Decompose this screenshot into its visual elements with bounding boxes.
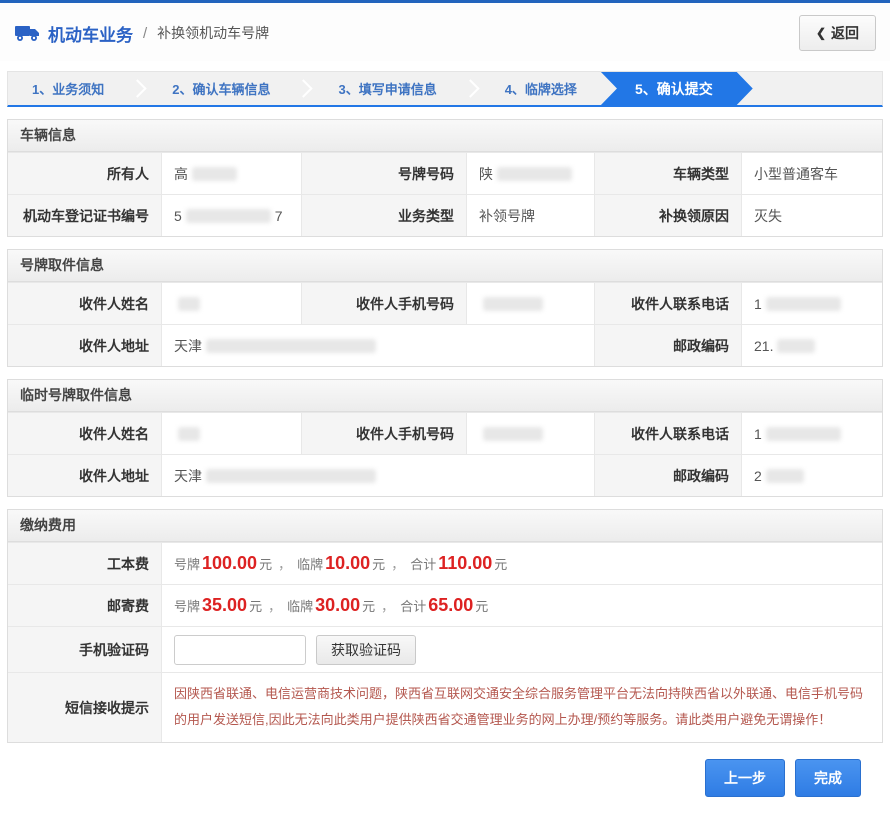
redacted-value: [766, 427, 841, 441]
vehicle-type-value: 小型普通客车: [741, 153, 882, 194]
table-row: 手机验证码 获取验证码: [8, 626, 882, 672]
plate-pickup-section: 号牌取件信息 收件人姓名 收件人手机号码 收件人联系电话 1 收件人地址 天津 …: [7, 249, 883, 367]
redacted-value: [178, 427, 200, 441]
back-button-label: 返回: [831, 23, 859, 43]
section-title: 临时号牌取件信息: [8, 380, 882, 412]
replace-reason-label: 补换领原因: [594, 195, 741, 236]
recipient-mobile-value: [466, 413, 594, 454]
redacted-value: [766, 297, 841, 311]
step-tab-label: 4、临牌选择: [505, 79, 577, 98]
production-fee-value: 号牌100.00元， 临牌10.00元， 合计110.00元: [161, 543, 882, 584]
recipient-address-value: 天津: [161, 325, 594, 366]
recipient-name-label: 收件人姓名: [8, 413, 161, 454]
page-title: 机动车业务: [48, 21, 133, 46]
sms-notice-text: 因陕西省联通、电信运营商技术问题，陕西省互联网交通安全综合服务管理平台无法向持陕…: [161, 673, 882, 742]
table-row: 收件人姓名 收件人手机号码 收件人联系电话 1: [8, 412, 882, 454]
table-row: 所有人 高 号牌号码 陕 车辆类型 小型普通客车: [8, 152, 882, 194]
recipient-name-value: [161, 283, 301, 324]
mailing-fee-value: 号牌35.00元， 临牌30.00元， 合计65.00元: [161, 585, 882, 626]
production-fee-label: 工本费: [8, 543, 161, 584]
redacted-value: [186, 209, 271, 223]
step-tab-3[interactable]: 3、填写申请信息: [314, 72, 460, 105]
step-tab-5-active[interactable]: 5、确认提交: [601, 72, 753, 105]
recipient-phone-label: 收件人联系电话: [594, 283, 741, 324]
zip-code-value: 2: [741, 455, 882, 496]
recipient-address-value: 天津: [161, 455, 594, 496]
page-header: 机动车业务 / 补换领机动车号牌 ❮ 返回: [0, 3, 890, 61]
table-row: 短信接收提示 因陕西省联通、电信运营商技术问题，陕西省互联网交通安全综合服务管理…: [8, 672, 882, 742]
recipient-phone-value: 1: [741, 283, 882, 324]
recipient-phone-label: 收件人联系电话: [594, 413, 741, 454]
registration-cert-label: 机动车登记证书编号: [8, 195, 161, 236]
step-tab-label: 1、业务须知: [32, 79, 104, 98]
recipient-mobile-label: 收件人手机号码: [301, 283, 466, 324]
section-title: 号牌取件信息: [8, 250, 882, 282]
business-type-value: 补领号牌: [466, 195, 594, 236]
sms-code-label: 手机验证码: [8, 627, 161, 672]
truck-icon: [14, 23, 40, 43]
sms-notice-label: 短信接收提示: [8, 673, 161, 742]
recipient-name-value: [161, 413, 301, 454]
mailing-fee-label: 邮寄费: [8, 585, 161, 626]
chevron-left-icon: ❮: [816, 26, 826, 40]
chevron-separator-icon: [461, 72, 481, 105]
step-tab-label: 3、填写申请信息: [338, 79, 436, 98]
redacted-value: [483, 297, 543, 311]
replace-reason-value: 灭失: [741, 195, 882, 236]
redacted-value: [766, 469, 804, 483]
step-tab-4[interactable]: 4、临牌选择: [481, 72, 601, 105]
recipient-phone-value: 1: [741, 413, 882, 454]
redacted-value: [206, 339, 376, 353]
table-row: 收件人地址 天津 邮政编码 21.: [8, 324, 882, 366]
recipient-name-label: 收件人姓名: [8, 283, 161, 324]
sms-code-cell: 获取验证码: [161, 627, 882, 672]
finish-button[interactable]: 完成: [795, 759, 861, 797]
registration-cert-value: 57: [161, 195, 301, 236]
zip-code-value: 21.: [741, 325, 882, 366]
owner-value: 高: [161, 153, 301, 194]
redacted-value: [192, 167, 237, 181]
chevron-separator-icon: [128, 72, 148, 105]
recipient-address-label: 收件人地址: [8, 325, 161, 366]
zip-code-label: 邮政编码: [594, 325, 741, 366]
business-type-label: 业务类型: [301, 195, 466, 236]
sms-code-input[interactable]: [174, 635, 306, 665]
vehicle-info-section: 车辆信息 所有人 高 号牌号码 陕 车辆类型 小型普通客车 机动车登记证书编号 …: [7, 119, 883, 237]
step-nav: 1、业务须知 2、确认车辆信息 3、填写申请信息 4、临牌选择 5、确认提交: [7, 71, 883, 107]
get-sms-code-button[interactable]: 获取验证码: [316, 635, 416, 665]
back-button[interactable]: ❮ 返回: [799, 15, 876, 51]
redacted-value: [206, 469, 376, 483]
step-tab-1[interactable]: 1、业务须知: [8, 72, 128, 105]
plate-number-value: 陕: [466, 153, 594, 194]
breadcrumb-separator: /: [143, 25, 147, 42]
table-row: 收件人姓名 收件人手机号码 收件人联系电话 1: [8, 282, 882, 324]
vehicle-type-label: 车辆类型: [594, 153, 741, 194]
table-row: 工本费 号牌100.00元， 临牌10.00元， 合计110.00元: [8, 542, 882, 584]
table-row: 收件人地址 天津 邮政编码 2: [8, 454, 882, 496]
recipient-address-label: 收件人地址: [8, 455, 161, 496]
recipient-mobile-label: 收件人手机号码: [301, 413, 466, 454]
plate-number-label: 号牌号码: [301, 153, 466, 194]
previous-step-button[interactable]: 上一步: [705, 759, 785, 797]
table-row: 机动车登记证书编号 57 业务类型 补领号牌 补换领原因 灭失: [8, 194, 882, 236]
step-tab-label: 5、确认提交: [635, 79, 713, 99]
redacted-value: [178, 297, 200, 311]
redacted-value: [777, 339, 815, 353]
owner-label: 所有人: [8, 153, 161, 194]
table-row: 邮寄费 号牌35.00元， 临牌30.00元， 合计65.00元: [8, 584, 882, 626]
zip-code-label: 邮政编码: [594, 455, 741, 496]
fees-section: 缴纳费用 工本费 号牌100.00元， 临牌10.00元， 合计110.00元 …: [7, 509, 883, 743]
section-title: 车辆信息: [8, 120, 882, 152]
footer-actions: 上一步 完成: [7, 759, 861, 797]
chevron-separator-icon: [294, 72, 314, 105]
step-tab-label: 2、确认车辆信息: [172, 79, 270, 98]
breadcrumb: 机动车业务 / 补换领机动车号牌: [14, 21, 269, 46]
redacted-value: [483, 427, 543, 441]
page-subtitle: 补换领机动车号牌: [157, 23, 269, 43]
recipient-mobile-value: [466, 283, 594, 324]
redacted-value: [497, 167, 572, 181]
temp-plate-pickup-section: 临时号牌取件信息 收件人姓名 收件人手机号码 收件人联系电话 1 收件人地址 天…: [7, 379, 883, 497]
step-tab-2[interactable]: 2、确认车辆信息: [148, 72, 294, 105]
section-title: 缴纳费用: [8, 510, 882, 542]
